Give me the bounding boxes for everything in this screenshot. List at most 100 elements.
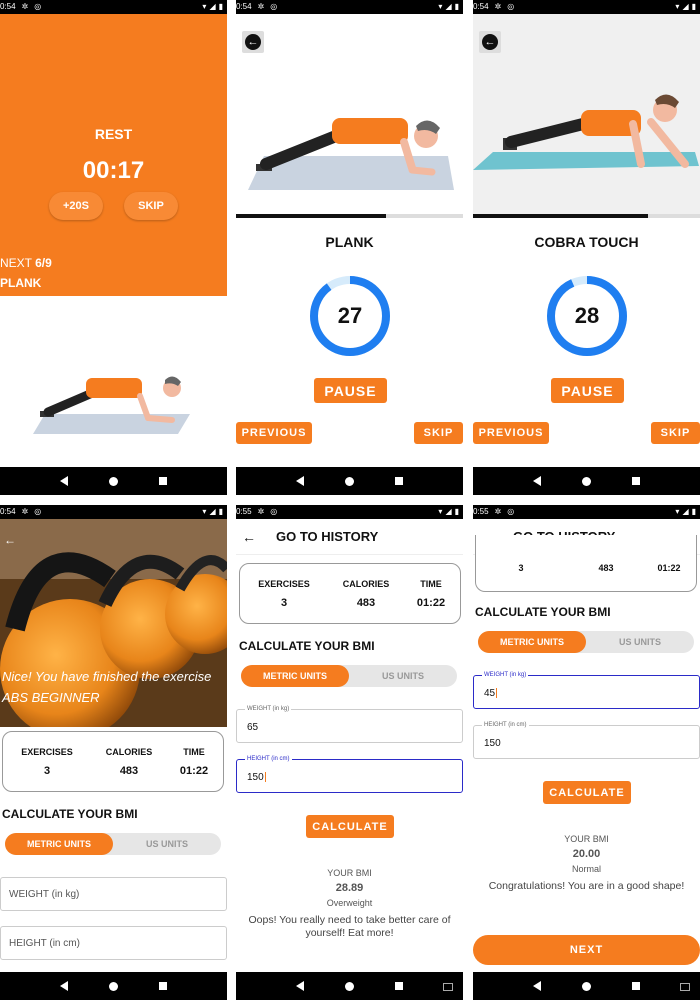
gear-icon: ✲ xyxy=(21,2,29,11)
status-time: 0:54 xyxy=(0,2,16,11)
back-nav-icon[interactable] xyxy=(60,981,69,991)
bmi-value: 20.00 xyxy=(572,848,601,860)
calculate-button[interactable]: CALCULATE xyxy=(306,815,394,838)
us-units-tab[interactable]: US UNITS xyxy=(349,665,457,687)
height-value: 150 xyxy=(484,738,501,749)
next-exercise-name: PLANK xyxy=(0,276,42,290)
pause-button[interactable]: PAUSE xyxy=(551,378,624,403)
exercise-illustration xyxy=(473,14,700,214)
bmi-section-title: CALCULATE YOUR BMI xyxy=(475,605,611,619)
battery-icon: ▮ xyxy=(454,2,459,11)
battery-icon: ▮ xyxy=(218,2,223,11)
weight-field[interactable]: WEIGHT (in kg) xyxy=(0,877,227,911)
workout-progress-bar xyxy=(236,214,463,218)
recent-apps-icon[interactable] xyxy=(158,477,167,485)
home-nav-icon[interactable] xyxy=(108,476,118,486)
workout-finished-screen: 0:54 ✲ ◎ ▾ ◢ ▮ ← Nice! You have finished… xyxy=(0,505,227,1000)
weight-label: WEIGHT (in kg) xyxy=(482,672,529,678)
calculate-button[interactable]: CALCULATE xyxy=(543,781,631,804)
bmi-message: Congratulations! You are in a good shape… xyxy=(488,880,685,892)
next-button[interactable]: NEXT xyxy=(473,935,700,965)
stat-exercises-value: 3 xyxy=(518,563,524,573)
status-time: 0:54 xyxy=(236,2,252,11)
plank-illustration xyxy=(33,376,190,434)
recent-apps-icon[interactable] xyxy=(394,982,403,990)
nav-bar xyxy=(0,972,227,1000)
previous-button[interactable]: PREVIOUS xyxy=(236,422,312,444)
battery-icon: ▮ xyxy=(454,507,459,516)
weight-field[interactable]: WEIGHT (in kg) 65 xyxy=(236,706,463,743)
signal-icon: ◢ xyxy=(445,2,452,11)
add-20s-button[interactable]: +20S xyxy=(49,192,103,220)
back-button[interactable]: ← xyxy=(242,31,264,53)
height-field[interactable]: HEIGHT (in cm) 150 xyxy=(473,722,700,759)
dnd-icon: ◎ xyxy=(34,2,42,11)
us-units-tab[interactable]: US UNITS xyxy=(113,833,221,855)
recent-apps-icon[interactable] xyxy=(631,982,640,990)
back-nav-icon[interactable] xyxy=(60,476,69,486)
next-count: 6/9 xyxy=(35,256,52,270)
home-nav-icon[interactable] xyxy=(344,476,354,486)
skip-rest-button[interactable]: SKIP xyxy=(124,192,178,220)
back-nav-icon[interactable] xyxy=(296,981,305,991)
us-units-tab[interactable]: US UNITS xyxy=(586,631,694,653)
home-nav-icon[interactable] xyxy=(344,981,354,991)
metric-units-tab[interactable]: METRIC UNITS xyxy=(241,665,349,687)
back-nav-icon[interactable] xyxy=(296,476,305,486)
units-toggle: METRIC UNITS US UNITS xyxy=(241,665,457,687)
stat-calories: CALORIES 483 xyxy=(105,747,153,777)
status-bar: 0:54 ✲ ◎ ▾ ◢ ▮ xyxy=(0,0,227,14)
finish-message: Nice! You have finished the exercise xyxy=(2,669,212,684)
back-arrow-icon[interactable]: ← xyxy=(4,533,16,547)
skip-button[interactable]: SKIP xyxy=(651,422,700,444)
gear-icon: ✲ xyxy=(257,507,265,516)
back-arrow-icon[interactable]: ← xyxy=(242,529,256,545)
keyboard-icon[interactable] xyxy=(443,983,453,991)
workout-name: ABS BEGINNER xyxy=(2,690,100,705)
bmi-result: YOUR BMI 20.00 Normal Congratulations! Y… xyxy=(473,834,700,893)
home-nav-icon[interactable] xyxy=(108,981,118,991)
home-nav-icon[interactable] xyxy=(581,981,591,991)
height-field[interactable]: HEIGHT (in cm) 150 xyxy=(236,756,463,793)
countdown-value: 28 xyxy=(574,303,600,328)
back-button[interactable]: ← xyxy=(479,31,501,53)
kettlebell-hero-image: ← Nice! You have finished the exercise A… xyxy=(0,519,227,727)
weight-field[interactable]: WEIGHT (in kg) 45 xyxy=(473,672,700,709)
nav-bar xyxy=(0,467,227,495)
metric-units-tab[interactable]: METRIC UNITS xyxy=(5,833,113,855)
cobra-touch-screen: 0:54 ✲ ◎ ▾ ◢ ▮ ← COBRA TOUCH 28 PAUSE PR… xyxy=(473,0,700,495)
rest-panel: REST 00:17 +20S SKIP NEXT 6/9 PLANK xyxy=(0,14,227,296)
metric-units-tab[interactable]: METRIC UNITS xyxy=(478,631,586,653)
home-nav-icon[interactable] xyxy=(581,476,591,486)
status-time: 0:54 xyxy=(0,507,16,516)
height-label: HEIGHT (in cm) xyxy=(482,722,529,728)
gear-icon: ✲ xyxy=(21,507,29,516)
countdown-value: 27 xyxy=(337,303,363,328)
height-value: 150 xyxy=(247,772,266,783)
recent-apps-icon[interactable] xyxy=(394,477,403,485)
recent-apps-icon[interactable] xyxy=(158,982,167,990)
back-arrow-icon: ← xyxy=(245,34,261,50)
back-nav-icon[interactable] xyxy=(533,981,542,991)
wifi-icon: ▾ xyxy=(438,507,443,516)
back-nav-icon[interactable] xyxy=(533,476,542,486)
status-time: 0:55 xyxy=(236,507,252,516)
skip-button[interactable]: SKIP xyxy=(414,422,463,444)
dnd-icon: ◎ xyxy=(507,2,515,11)
gear-icon: ✲ xyxy=(257,2,265,11)
nav-bar xyxy=(473,972,700,1000)
units-toggle: METRIC UNITS US UNITS xyxy=(5,833,221,855)
text-caret xyxy=(264,772,266,783)
previous-button[interactable]: PREVIOUS xyxy=(473,422,549,444)
keyboard-icon[interactable] xyxy=(680,983,690,991)
height-field[interactable]: HEIGHT (in cm) xyxy=(0,926,227,960)
workout-stats-card: EXERCISES 3 CALORIES 483 TIME 01:22 xyxy=(2,731,224,792)
wifi-icon: ▾ xyxy=(438,2,443,11)
dnd-icon: ◎ xyxy=(270,2,278,11)
pause-button[interactable]: PAUSE xyxy=(314,378,387,403)
next-exercise-counter: NEXT 6/9 xyxy=(0,256,52,270)
stat-calories: CALORIES 483 xyxy=(342,579,390,609)
next-label: NEXT xyxy=(0,256,36,270)
recent-apps-icon[interactable] xyxy=(631,477,640,485)
rest-timer: 00:17 xyxy=(82,157,145,184)
